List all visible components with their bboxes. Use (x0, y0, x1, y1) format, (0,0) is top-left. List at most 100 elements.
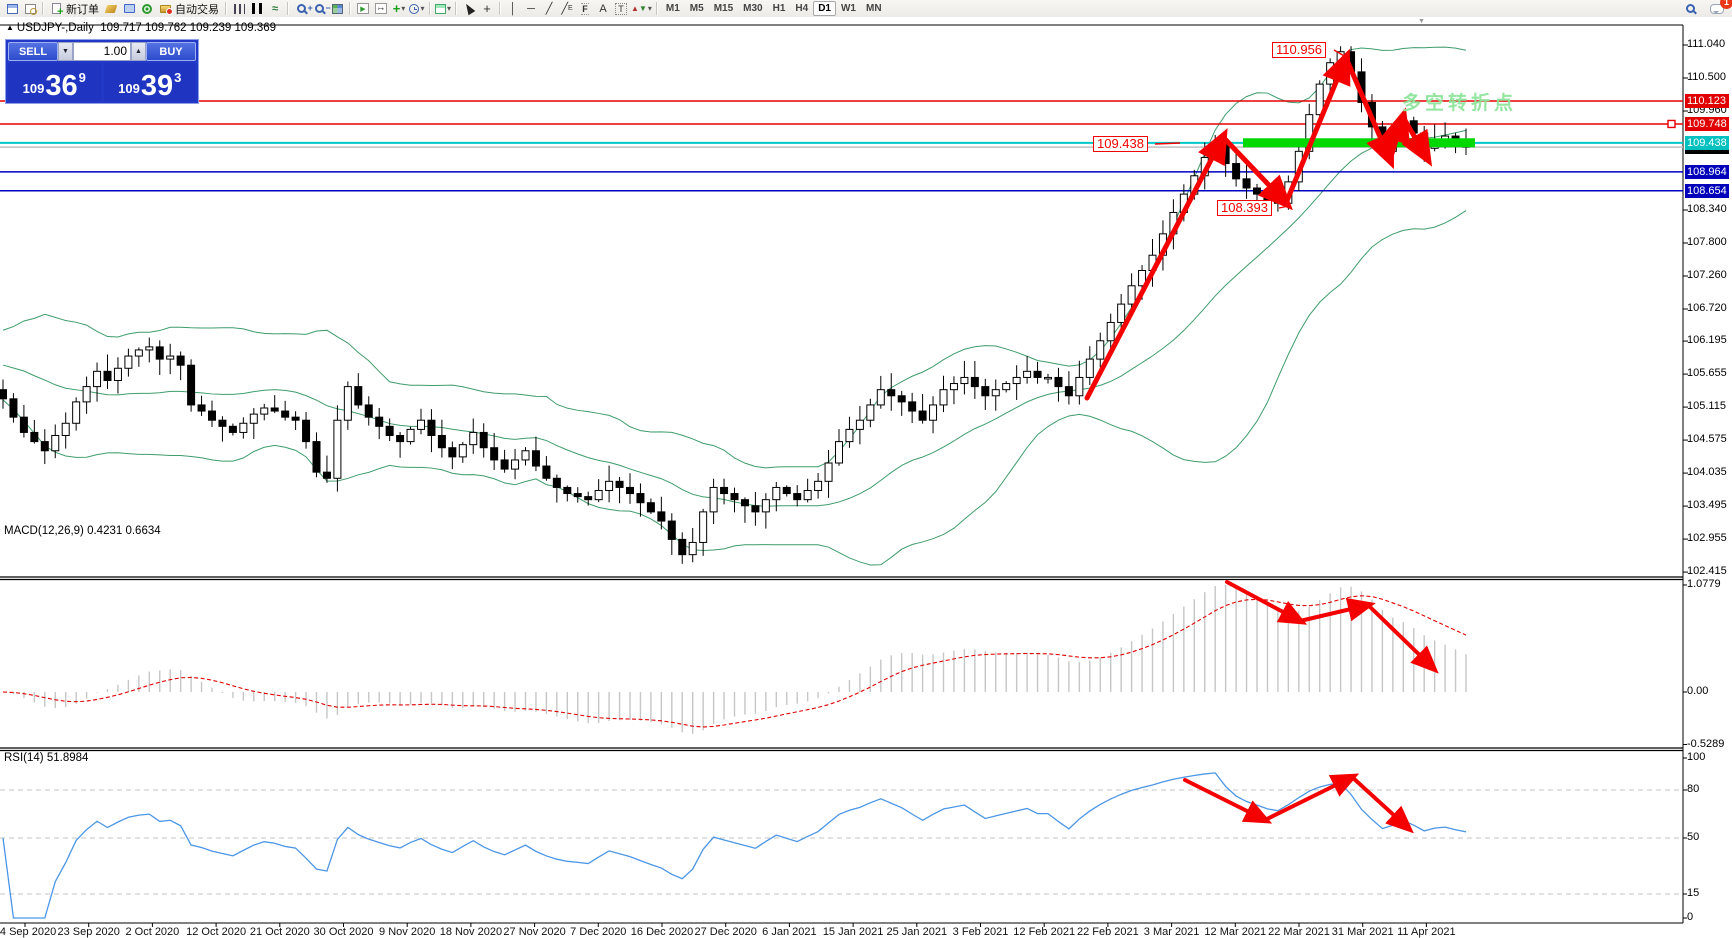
timeframe-h1-button[interactable]: H1 (768, 1, 791, 16)
price-tag-108.393[interactable]: 108.393 (1217, 200, 1272, 216)
macd-indicator-label: MACD(12,26,9) 0.4231 0.6634 (4, 525, 161, 537)
buy-price-prefix: 109 (118, 81, 140, 96)
chart-preview-button[interactable] (22, 1, 38, 16)
price-axis-label: 102.415 (1687, 565, 1727, 578)
new-chart-button[interactable] (4, 1, 20, 16)
toolbar-separator (429, 2, 431, 15)
price-axis-label: 102.955 (1687, 532, 1727, 545)
horizontal-line-icon: ─ (527, 2, 535, 15)
indicators-button[interactable]: + ▾ (391, 1, 407, 16)
buy-button[interactable]: BUY (146, 42, 196, 61)
styler-button[interactable] (103, 1, 119, 16)
sell-price-box[interactable]: 109 36 9 (8, 63, 101, 101)
time-axis-label: 12 Feb 2021 (1013, 926, 1076, 938)
price-tag-109.438[interactable]: 109.438 (1093, 136, 1148, 152)
text-tool-button[interactable]: A (595, 1, 611, 16)
timeframe-mn-button[interactable]: MN (861, 1, 887, 16)
line-chart-mode-button[interactable]: ≈ (267, 1, 283, 16)
new-order-button[interactable] (48, 1, 64, 17)
channel-letter: E (567, 5, 573, 12)
autotrading-icon (159, 4, 173, 15)
crosshair-icon: + (483, 1, 491, 16)
search-button[interactable] (1682, 1, 1698, 16)
buy-price-box[interactable]: 109 39 3 (103, 63, 196, 101)
arrows-icon-2: ▼ (638, 4, 647, 13)
publish-button[interactable] (121, 1, 137, 16)
trend-arrow (1366, 603, 1439, 674)
notifications-button[interactable]: 1 (1709, 0, 1732, 16)
price-axis-label: 106.195 (1687, 334, 1727, 347)
cursor-tool-button[interactable] (461, 1, 477, 16)
trend-arrow (1283, 48, 1351, 206)
channel-tool-button[interactable]: ╱ E (559, 1, 575, 16)
time-axis-label: 11 Apr 2021 (1397, 926, 1456, 938)
lot-increase-button[interactable]: ▲ (131, 42, 146, 61)
trend-arrow (1298, 597, 1376, 623)
candlestick-mode-button[interactable] (249, 1, 265, 16)
lot-size-input[interactable]: 1.00 (73, 42, 131, 61)
signals-button[interactable] (139, 1, 155, 16)
time-axis-label: 7 Dec 2020 (570, 926, 627, 938)
time-axis-label: 3 Mar 2021 (1143, 926, 1200, 938)
rsi-line (2, 772, 1467, 919)
templates-button[interactable]: ▾ (435, 1, 451, 16)
arrows-tool-button[interactable]: ▲ ▼ ▾ (631, 1, 652, 16)
new-order-icon (51, 3, 64, 17)
price-axis-label: 104.035 (1687, 466, 1727, 479)
time-axis-label: 23 Sep 2020 (57, 926, 120, 938)
text-label-tool-button[interactable]: T (613, 1, 629, 16)
timeframe-d1-button[interactable]: D1 (813, 1, 836, 16)
crosshair-tool-button[interactable]: + (479, 1, 495, 16)
time-axis-label: 30 Oct 2020 (313, 926, 374, 938)
timeframe-bar: M1 M5 M15 M30 H1 H4 D1 W1 MN (661, 1, 887, 16)
lot-decrease-button[interactable]: ▼ (58, 42, 73, 61)
zoom-in-button[interactable]: + (293, 1, 313, 16)
chart-shift-button[interactable]: ↦ (373, 1, 389, 16)
auto-scroll-icon: ▶ (357, 3, 369, 14)
zoom-out-button[interactable]: − (311, 1, 331, 16)
auto-scroll-button[interactable]: ▶ (355, 1, 371, 16)
timeframe-m5-button[interactable]: M5 (685, 1, 709, 16)
collapse-pane-icon[interactable]: ▼ (1418, 18, 1425, 25)
trendline-tool-button[interactable]: ╱ (541, 1, 557, 16)
indicators-icon: + (392, 1, 401, 16)
arrows-icon: ▲ (631, 4, 639, 13)
timeframe-m1-button[interactable]: M1 (661, 1, 685, 16)
time-axis-label: 22 Feb 2021 (1077, 926, 1139, 938)
price-axis-label: 107.260 (1687, 268, 1727, 281)
vertical-line-tool-button[interactable]: │ (505, 1, 521, 16)
timeframe-h4-button[interactable]: H4 (790, 1, 813, 16)
sell-price-big: 36 (45, 70, 78, 102)
symbol-ohlc: 109.717 109.762 109.239 109.369 (100, 22, 277, 34)
trend-arrow (1225, 580, 1308, 625)
timeframe-m30-button[interactable]: M30 (738, 1, 767, 16)
chevron-down-icon: ▾ (447, 4, 452, 13)
symbol-name: USDJPY-,Daily (16, 22, 94, 34)
price-axis-label: 105.115 (1687, 400, 1726, 413)
time-axis-label: 25 Jan 2021 (886, 926, 948, 938)
clock-icon (409, 3, 420, 14)
new-order-label[interactable]: 新订单 (66, 1, 99, 17)
candlestick-icon (252, 3, 262, 14)
tile-windows-button[interactable] (329, 1, 345, 16)
fibonacci-icon: F (581, 2, 589, 15)
price-tag-110.956[interactable]: 110.956 (1272, 42, 1327, 58)
fibonacci-tool-button[interactable]: F (577, 1, 593, 16)
timeframe-w1-button[interactable]: W1 (836, 1, 861, 16)
timeframe-m15-button[interactable]: M15 (709, 1, 738, 16)
autotrading-button[interactable] (157, 1, 173, 16)
time-axis-label: 27 Dec 2020 (694, 926, 757, 938)
horizontal-line-tool-button[interactable]: ─ (523, 1, 539, 16)
chart-canvas[interactable] (0, 0, 1732, 938)
sell-button[interactable]: SELL (8, 42, 58, 61)
periods-button[interactable]: ▾ (409, 1, 425, 16)
toolbar-right: 1 (1681, 0, 1732, 16)
autotrading-label[interactable]: 自动交易 (175, 1, 219, 17)
price-axis-label: 104.575 (1687, 433, 1727, 446)
toolbar: 新订单 自动交易 ≈ + − ▶ ↦ +▾ ▾ ▾ + │ ─ ╱ ╱E F A… (0, 0, 1732, 17)
bar-chart-mode-button[interactable] (231, 1, 247, 16)
price-axis-label: 0.00 (1687, 685, 1709, 697)
bollinger-bands (2, 46, 1467, 566)
time-axis-label: 21 Oct 2020 (249, 926, 310, 938)
price-axis-label: 80 (1687, 783, 1700, 795)
